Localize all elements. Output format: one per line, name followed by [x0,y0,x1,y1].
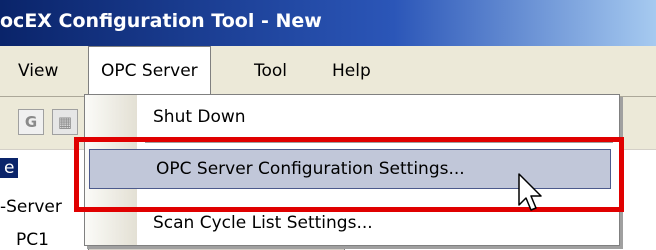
menu-opc-server[interactable]: OPC Server [88,46,211,96]
menu-tool[interactable]: Tool [254,46,287,96]
menu-item-shut-down[interactable]: Shut Down [153,107,246,127]
menu-help[interactable]: Help [332,46,371,96]
g-icon[interactable]: G [18,109,44,135]
menu-view[interactable]: View [18,46,58,96]
tree-item-pc1[interactable]: PC1 [16,230,49,250]
window-title: ocEX Configuration Tool - New [0,10,322,32]
menu-item-scan-cycle-list-settings[interactable]: Scan Cycle List Settings... [153,213,373,233]
disabled-toolbar-icon[interactable]: ▦ [52,109,78,135]
tree-item-server[interactable]: -Server [0,197,62,217]
mouse-pointer-icon [518,173,542,211]
tree-item-selected[interactable]: e [0,158,19,178]
menu-bar: View OPC Server Tool Help [0,46,656,97]
title-bar: ocEX Configuration Tool - New [0,0,656,46]
